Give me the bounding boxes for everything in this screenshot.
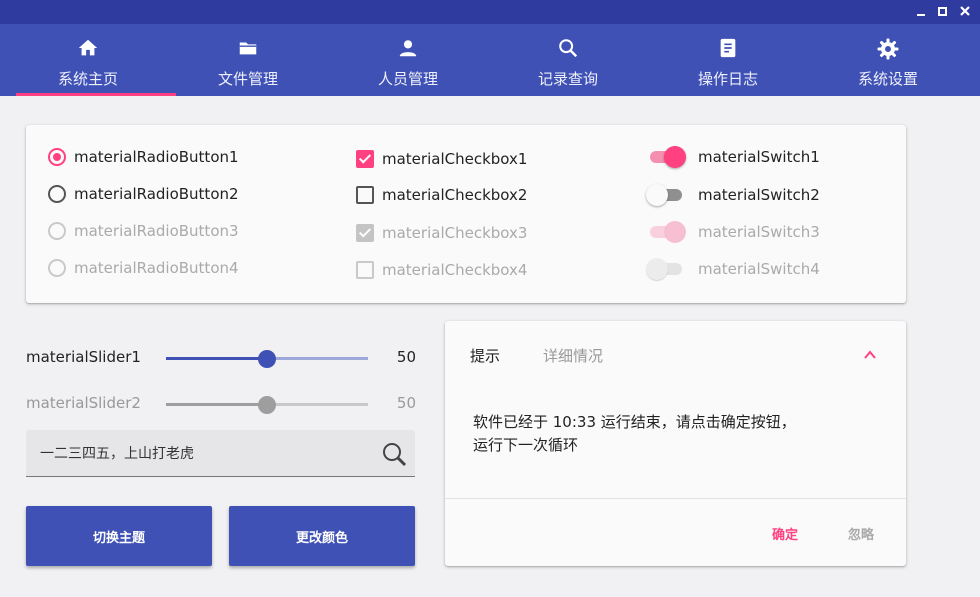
main-nav: 系统主页 文件管理 人员管理 记录查询 操作日志 系统设置 (0, 24, 980, 96)
active-tab-indicator (16, 93, 176, 96)
controls-card: materialRadioButton1 materialRadioButton… (26, 125, 906, 303)
radio-button-2[interactable]: materialRadioButton2 (48, 182, 239, 206)
switch-2[interactable]: materialSwitch2 (646, 183, 820, 207)
switch-label: materialSwitch2 (698, 186, 820, 204)
checkbox-2[interactable]: materialCheckbox2 (356, 183, 527, 207)
switch-theme-button[interactable]: 切换主题 (26, 506, 212, 566)
nav-label: 系统设置 (857, 70, 918, 88)
radio-button-1[interactable]: materialRadioButton1 (48, 145, 239, 169)
nav-item-files[interactable]: 文件管理 (168, 24, 328, 96)
radio-button-4: materialRadioButton4 (48, 256, 239, 280)
slider-1: materialSlider1 50 (26, 346, 416, 370)
notice-card: 提示 详细情况 软件已经于 10:33 运行结束，请点击确定按钮， 运行下一次循… (445, 321, 906, 566)
search-field (26, 430, 415, 477)
change-color-button[interactable]: 更改颜色 (229, 506, 415, 566)
switch-toggle (648, 146, 686, 168)
checkbox-label: materialCheckbox1 (382, 150, 528, 168)
switch-4: materialSwitch4 (646, 257, 820, 281)
minimize-icon[interactable] (914, 4, 928, 18)
chevron-up-icon[interactable] (863, 347, 877, 361)
checkbox-indicator (356, 150, 374, 168)
message-line-1: 软件已经于 10:33 运行结束，请点击确定按钮， (473, 413, 796, 431)
checkbox-label: materialCheckbox3 (382, 224, 528, 242)
nav-item-home[interactable]: 系统主页 (8, 24, 176, 96)
switch-3: materialSwitch3 (648, 220, 820, 244)
slider-2: materialSlider2 50 (26, 392, 416, 416)
radio-indicator (48, 148, 66, 166)
nav-label: 系统主页 (57, 70, 118, 88)
switch-label: materialSwitch4 (698, 260, 820, 278)
checkbox-indicator (356, 261, 374, 279)
ignore-button[interactable]: 忽略 (831, 521, 891, 545)
nav-label: 文件管理 (217, 70, 278, 88)
slider-thumb (258, 396, 276, 414)
tab-details[interactable]: 详细情况 (543, 345, 603, 366)
nav-label: 记录查询 (537, 70, 598, 88)
maximize-icon[interactable] (936, 4, 950, 18)
gear-icon (808, 37, 968, 61)
message-line-2: 运行下一次循环 (473, 436, 579, 454)
nav-item-logs[interactable]: 操作日志 (648, 24, 808, 96)
checkbox-4: materialCheckbox4 (356, 258, 527, 282)
radio-indicator (48, 222, 66, 240)
close-icon[interactable] (958, 4, 972, 18)
nav-item-records[interactable]: 记录查询 (488, 24, 648, 96)
checkbox-label: materialCheckbox4 (382, 261, 528, 279)
slider-fill (166, 403, 267, 406)
notebook-icon (648, 37, 808, 61)
checkbox-indicator (356, 224, 374, 242)
slider-label: materialSlider1 (26, 348, 141, 366)
radio-label: materialRadioButton4 (74, 259, 239, 277)
slider-label: materialSlider2 (26, 394, 141, 412)
checkbox-label: materialCheckbox2 (382, 186, 528, 204)
radio-indicator (48, 185, 66, 203)
ok-button[interactable]: 确定 (755, 521, 815, 545)
person-icon (328, 37, 488, 61)
radio-label: materialRadioButton1 (74, 148, 239, 166)
switch-label: materialSwitch1 (698, 148, 820, 166)
slider-fill (166, 357, 267, 360)
slider-value: 50 (396, 348, 416, 366)
nav-label: 操作日志 (697, 70, 758, 88)
radio-indicator (48, 259, 66, 277)
tab-hint[interactable]: 提示 (470, 345, 500, 366)
nav-label: 人员管理 (377, 70, 438, 88)
switch-label: materialSwitch3 (698, 223, 820, 241)
nav-item-people[interactable]: 人员管理 (328, 24, 488, 96)
radio-button-3: materialRadioButton3 (48, 219, 239, 243)
checkbox-indicator (356, 186, 374, 204)
switch-toggle (648, 221, 686, 243)
slider-track[interactable] (166, 350, 368, 368)
home-icon (8, 37, 168, 61)
radio-label: materialRadioButton3 (74, 222, 239, 240)
divider (445, 498, 906, 499)
switch-toggle (646, 184, 684, 206)
slider-value: 50 (396, 394, 416, 412)
notice-message: 软件已经于 10:33 运行结束，请点击确定按钮， 运行下一次循环 (473, 411, 873, 457)
search-icon (488, 37, 648, 61)
switch-toggle (646, 258, 684, 280)
switch-1[interactable]: materialSwitch1 (648, 145, 820, 169)
checkbox-1[interactable]: materialCheckbox1 (356, 147, 527, 171)
checkbox-3: materialCheckbox3 (356, 221, 527, 245)
radio-label: materialRadioButton2 (74, 185, 239, 203)
nav-item-settings[interactable]: 系统设置 (808, 24, 968, 96)
search-input[interactable] (26, 430, 366, 476)
folder-icon (168, 37, 328, 61)
magnifier-icon[interactable] (381, 441, 407, 467)
slider-track (166, 396, 368, 414)
slider-thumb[interactable] (258, 350, 276, 368)
title-bar (0, 0, 980, 24)
